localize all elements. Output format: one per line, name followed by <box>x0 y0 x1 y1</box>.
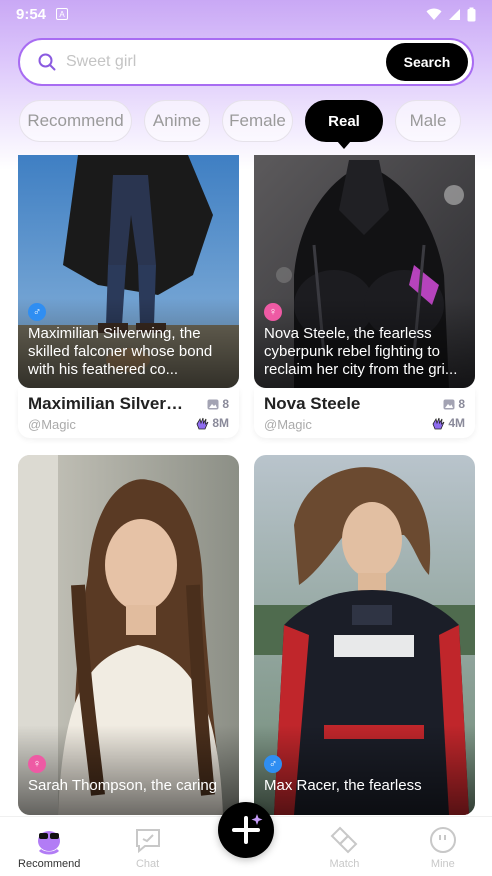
like-count: 8M <box>195 416 229 430</box>
status-time: 9:54 <box>16 5 47 23</box>
hand-icon <box>432 417 445 429</box>
card-info: Maximilian Silverw... 8 @Magic 8M <box>18 388 239 438</box>
create-button[interactable] <box>218 802 274 858</box>
nav-match[interactable]: Match <box>295 817 393 870</box>
search-button[interactable]: Search <box>386 43 468 81</box>
card-image: ♂ Maximilian Silverwing, the skilled fal… <box>18 155 239 388</box>
chat-icon <box>135 829 160 854</box>
character-card[interactable]: ♂ Maximilian Silverwing, the skilled fal… <box>18 155 239 438</box>
signal-icon <box>449 8 460 20</box>
search-input[interactable] <box>66 53 386 71</box>
image-count: 8 <box>207 397 229 411</box>
card-image: ♀ Sarah Thompson, the caring <box>18 455 239 815</box>
hand-icon <box>196 417 209 429</box>
image-count: 8 <box>443 397 465 411</box>
search-icon <box>38 53 56 71</box>
image-icon <box>443 399 455 409</box>
character-card[interactable]: ♂ Max Racer, the fearless <box>254 455 475 815</box>
male-gender-icon: ♂ <box>28 303 46 321</box>
card-description: Max Racer, the fearless <box>264 777 422 794</box>
card-info: Nova Steele 8 @Magic 4M <box>254 388 475 438</box>
nav-chat[interactable]: Chat <box>98 817 196 870</box>
card-author: @Magic <box>264 417 312 432</box>
status-bar: 9:54 A <box>0 0 492 28</box>
mine-icon <box>429 827 456 853</box>
tab-anime[interactable]: Anime <box>144 100 210 142</box>
match-icon <box>331 826 358 854</box>
card-description: Nova Steele, the fearless cyberpunk rebe… <box>264 325 458 378</box>
recommend-icon <box>38 831 61 855</box>
tab-male[interactable]: Male <box>395 100 461 142</box>
notification-icon: A <box>56 8 69 20</box>
card-description: Maximilian Silverwing, the skilled falco… <box>28 325 213 378</box>
character-card[interactable]: ♀ Nova Steele, the fearless cyberpunk re… <box>254 155 475 438</box>
card-image: ♂ Max Racer, the fearless <box>254 455 475 815</box>
battery-icon <box>467 7 476 21</box>
nav-recommend[interactable]: Recommend <box>0 817 98 870</box>
card-name: Nova Steele <box>264 394 361 413</box>
card-image: ♀ Nova Steele, the fearless cyberpunk re… <box>254 155 475 388</box>
search-bar: Search <box>18 38 474 86</box>
tab-recommend[interactable]: Recommend <box>19 100 132 142</box>
wifi-icon <box>426 8 442 20</box>
card-author: @Magic <box>28 417 76 432</box>
card-name: Maximilian Silverw... <box>28 394 188 413</box>
card-description: Sarah Thompson, the caring <box>28 777 218 794</box>
tab-real[interactable]: Real <box>305 100 383 142</box>
plus-icon <box>232 814 263 844</box>
like-count: 4M <box>431 416 465 430</box>
female-gender-icon: ♀ <box>28 755 46 773</box>
nav-mine[interactable]: Mine <box>394 817 492 870</box>
status-icons <box>426 7 476 22</box>
image-icon <box>207 399 219 409</box>
male-gender-icon: ♂ <box>264 755 282 773</box>
character-card[interactable]: ♀ Sarah Thompson, the caring <box>18 455 239 815</box>
female-gender-icon: ♀ <box>264 303 282 321</box>
category-tabs: Recommend Anime Female Real Male <box>19 100 461 142</box>
tab-female[interactable]: Female <box>222 100 293 142</box>
character-feed: ♂ Maximilian Silverwing, the skilled fal… <box>0 155 492 815</box>
